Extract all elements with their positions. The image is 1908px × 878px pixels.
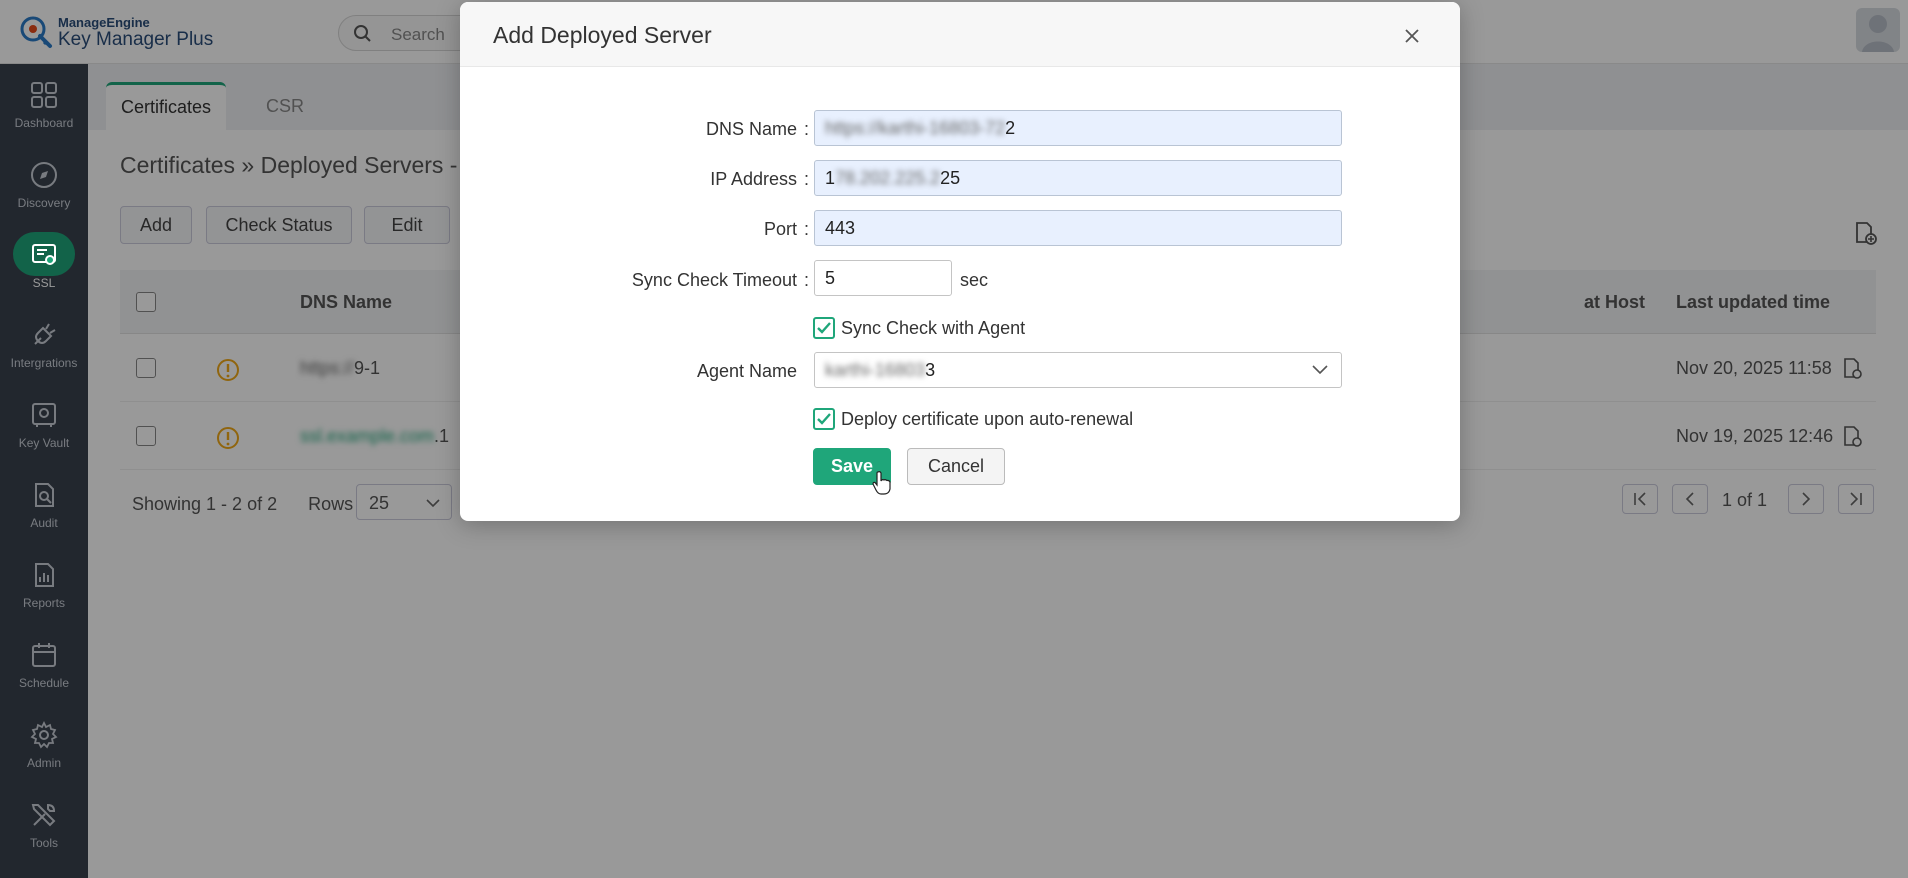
- port-input[interactable]: 443: [814, 210, 1342, 246]
- label-colon: :: [804, 169, 810, 189]
- ip-address-input[interactable]: 178.202.225.225: [814, 160, 1342, 196]
- cancel-button[interactable]: Cancel: [907, 448, 1005, 485]
- dns-name-input[interactable]: https://karthi-16803-722: [814, 110, 1342, 146]
- agent-name-value: 3: [925, 360, 936, 380]
- checkmark-icon: [817, 322, 831, 334]
- agent-name-label: Agent Name: [696, 361, 797, 381]
- ip-address-value-end: 25: [940, 168, 961, 188]
- add-deployed-server-dialog: Add Deployed Server DNS Name : https://k…: [460, 2, 1460, 521]
- dialog-title: Add Deployed Server: [493, 22, 712, 48]
- label-colon: :: [804, 219, 810, 239]
- port-label: Port: [763, 219, 797, 239]
- ip-address-value-start: 1: [825, 168, 836, 188]
- sync-timeout-input[interactable]: 5: [814, 260, 952, 296]
- sync-with-agent-checkbox[interactable]: [813, 317, 835, 339]
- dns-name-label: DNS Name: [705, 119, 797, 139]
- dialog-header: Add Deployed Server: [460, 2, 1460, 67]
- label-colon: :: [804, 119, 810, 139]
- deploy-on-renewal-checkbox[interactable]: [813, 408, 835, 430]
- sync-timeout-label: Sync Check Timeout: [631, 270, 797, 290]
- certificate-icon: [32, 244, 56, 265]
- hand-cursor-icon: [872, 471, 891, 495]
- timeout-unit: sec: [960, 270, 989, 290]
- agent-name-value-redacted: karthi-16803: [825, 360, 926, 380]
- close-icon[interactable]: [1402, 26, 1422, 46]
- chevron-down-icon: [1312, 365, 1328, 375]
- ip-address-value-redacted: 78.202.225.2: [835, 168, 941, 188]
- label-colon: :: [804, 270, 810, 290]
- agent-name-select[interactable]: karthi-168033: [814, 352, 1342, 388]
- sync-with-agent-label: Sync Check with Agent: [841, 318, 1026, 338]
- dns-name-value: 2: [1005, 118, 1016, 138]
- checkmark-icon: [817, 413, 831, 425]
- dns-name-value-redacted: https://karthi-16803-72: [825, 118, 1006, 138]
- deploy-on-renewal-label: Deploy certificate upon auto-renewal: [841, 409, 1134, 429]
- ip-address-label: IP Address: [710, 169, 797, 189]
